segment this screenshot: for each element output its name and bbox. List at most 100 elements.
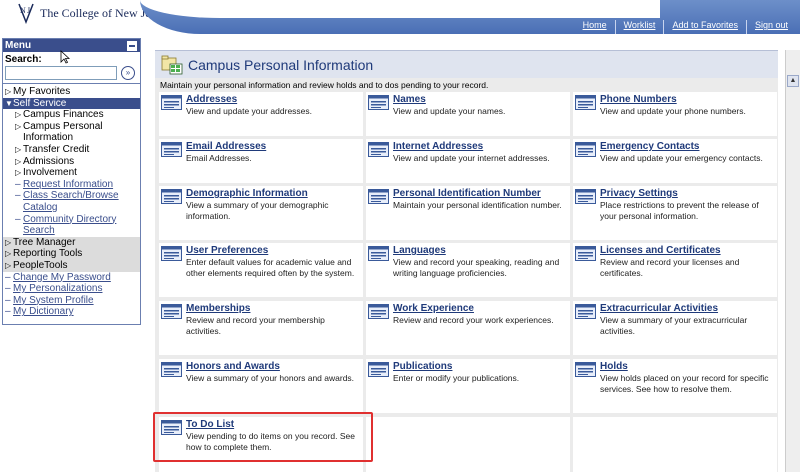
collapse-icon[interactable] <box>127 41 137 51</box>
dash-icon: – <box>5 271 11 283</box>
empty-tile <box>366 417 570 472</box>
form-window-icon <box>575 246 596 261</box>
tile-title[interactable]: Names <box>393 94 426 105</box>
menu-item-campus-personal-information-cont[interactable]: Information <box>3 132 140 144</box>
menu-item-peopletools[interactable]: ▷ PeopleTools <box>3 260 140 272</box>
tile-description: View and update your phone numbers. <box>600 106 746 116</box>
dash-icon: – <box>15 213 21 225</box>
tile-title[interactable]: Licenses and Certificates <box>600 245 721 256</box>
tile-holds[interactable]: Holds View holds placed on your record f… <box>573 359 777 413</box>
form-window-icon <box>575 362 596 377</box>
tile-personal-identification-number[interactable]: Personal Identification Number Maintain … <box>366 186 570 240</box>
tile-title[interactable]: Privacy Settings <box>600 188 678 199</box>
form-window-icon <box>368 246 389 261</box>
menu-link-community-directory-cont[interactable]: Search <box>3 225 140 237</box>
tile-user-preferences[interactable]: User Preferences Enter default values fo… <box>159 243 363 297</box>
menu-link-class-search-cont[interactable]: Catalog <box>3 202 140 214</box>
tile-title[interactable]: Memberships <box>186 303 250 314</box>
menu-link-my-personalizations[interactable]: – My Personalizations <box>3 283 140 295</box>
form-window-icon <box>368 362 389 377</box>
menu-link-my-system-profile[interactable]: – My System Profile <box>3 295 140 307</box>
menu-link-class-search[interactable]: – Class Search/Browse <box>3 190 140 202</box>
main-panel: Campus Personal Information Maintain you… <box>155 50 778 472</box>
tile-title[interactable]: Phone Numbers <box>600 94 677 105</box>
tile-title[interactable]: Work Experience <box>393 303 474 314</box>
triangle-right-icon: ▷ <box>15 121 22 131</box>
tile-email-addresses[interactable]: Email Addresses Email Addresses. <box>159 139 363 183</box>
page-description: Maintain your personal information and r… <box>160 80 489 90</box>
form-window-icon <box>161 304 182 319</box>
tile-names[interactable]: Names View and update your names. <box>366 92 570 136</box>
scroll-up-arrow-icon[interactable]: ▲ <box>787 75 799 87</box>
triangle-right-icon: ▷ <box>15 156 22 166</box>
tile-title[interactable]: Addresses <box>186 94 237 105</box>
menu-link-change-password[interactable]: – Change My Password <box>3 272 140 284</box>
menu-link-community-directory[interactable]: – Community Directory <box>3 214 140 226</box>
add-to-favorites-link[interactable]: Add to Favorites <box>663 20 746 34</box>
tile-title[interactable]: User Preferences <box>186 245 268 256</box>
tile-work-experience[interactable]: Work Experience Review and record your w… <box>366 301 570 355</box>
home-link[interactable]: Home <box>575 20 615 34</box>
tile-demographic-information[interactable]: Demographic Information View a summary o… <box>159 186 363 240</box>
dash-icon: – <box>5 294 11 306</box>
worklist-link[interactable]: Worklist <box>614 20 664 34</box>
tile-description: View and update your addresses. <box>186 106 313 116</box>
menu-link-request-information[interactable]: – Request Information <box>3 179 140 191</box>
tile-title[interactable]: Extracurricular Activities <box>600 303 718 314</box>
form-window-icon <box>575 304 596 319</box>
triangle-right-icon: ▷ <box>15 144 22 154</box>
tile-title[interactable]: Languages <box>393 245 446 256</box>
tile-description: View and update your emergency contacts. <box>600 153 763 163</box>
menu-item-campus-finances[interactable]: ▷ Campus Finances <box>3 109 140 121</box>
form-window-icon <box>575 142 596 157</box>
tile-title[interactable]: Demographic Information <box>186 188 308 199</box>
menu-item-admissions[interactable]: ▷ Admissions <box>3 156 140 168</box>
tile-description: View a summary of your demographic infor… <box>186 200 329 221</box>
menu-item-transfer-credit[interactable]: ▷ Transfer Credit <box>3 144 140 156</box>
menu-divider <box>3 83 140 84</box>
dash-icon: – <box>15 178 21 190</box>
tile-languages[interactable]: Languages View and record your speaking,… <box>366 243 570 297</box>
vertical-scrollbar[interactable]: ▲ <box>785 50 800 472</box>
tile-addresses[interactable]: Addresses View and update your addresses… <box>159 92 363 136</box>
menu-item-campus-personal-information[interactable]: ▷ Campus Personal <box>3 121 140 133</box>
tile-title[interactable]: Internet Addresses <box>393 141 483 152</box>
tile-description: Review and record your licenses and cert… <box>600 257 740 278</box>
tile-phone-numbers[interactable]: Phone Numbers View and update your phone… <box>573 92 777 136</box>
tile-description: View a summary of your extracurricular a… <box>600 315 748 336</box>
tile-honors-and-awards[interactable]: Honors and Awards View a summary of your… <box>159 359 363 413</box>
triangle-right-icon: ▷ <box>5 237 12 247</box>
menu-item-tree-manager[interactable]: ▷ Tree Manager <box>3 237 140 249</box>
search-go-icon[interactable]: » <box>121 66 135 80</box>
menu-item-reporting-tools[interactable]: ▷ Reporting Tools <box>3 248 140 260</box>
form-window-icon <box>161 362 182 377</box>
menu-search-input[interactable] <box>5 66 117 80</box>
form-window-icon <box>161 95 182 110</box>
tile-description: Maintain your personal identification nu… <box>393 200 562 210</box>
sign-out-link[interactable]: Sign out <box>745 20 796 34</box>
menu-item-my-favorites[interactable]: ▷ My Favorites <box>3 86 140 98</box>
tile-description: Review and record your work experiences. <box>393 315 554 325</box>
menu-item-self-service[interactable]: ▼Self Service <box>3 97 140 110</box>
to-do-list-highlight-box <box>153 412 373 462</box>
tile-title[interactable]: Honors and Awards <box>186 361 280 372</box>
tile-title[interactable]: Personal Identification Number <box>393 188 541 199</box>
tile-memberships[interactable]: Memberships Review and record your membe… <box>159 301 363 355</box>
tile-privacy-settings[interactable]: Privacy Settings Place restrictions to p… <box>573 186 777 240</box>
tile-licenses-and-certificates[interactable]: Licenses and Certificates Review and rec… <box>573 243 777 297</box>
tile-title[interactable]: Holds <box>600 361 628 372</box>
tile-extracurricular-activities[interactable]: Extracurricular Activities View a summar… <box>573 301 777 355</box>
tile-title[interactable]: Publications <box>393 361 452 372</box>
tile-title[interactable]: Email Addresses <box>186 141 266 152</box>
form-window-icon <box>161 246 182 261</box>
form-window-icon <box>575 95 596 110</box>
svg-text:J: J <box>27 6 30 15</box>
tile-publications[interactable]: Publications Enter or modify your public… <box>366 359 570 413</box>
form-window-icon <box>575 189 596 204</box>
menu-link-my-dictionary[interactable]: – My Dictionary <box>3 306 140 318</box>
tile-emergency-contacts[interactable]: Emergency Contacts View and update your … <box>573 139 777 183</box>
tile-internet-addresses[interactable]: Internet Addresses View and update your … <box>366 139 570 183</box>
triangle-right-icon: ▷ <box>5 249 12 259</box>
menu-item-involvement[interactable]: ▷ Involvement <box>3 167 140 179</box>
tile-title[interactable]: Emergency Contacts <box>600 141 699 152</box>
